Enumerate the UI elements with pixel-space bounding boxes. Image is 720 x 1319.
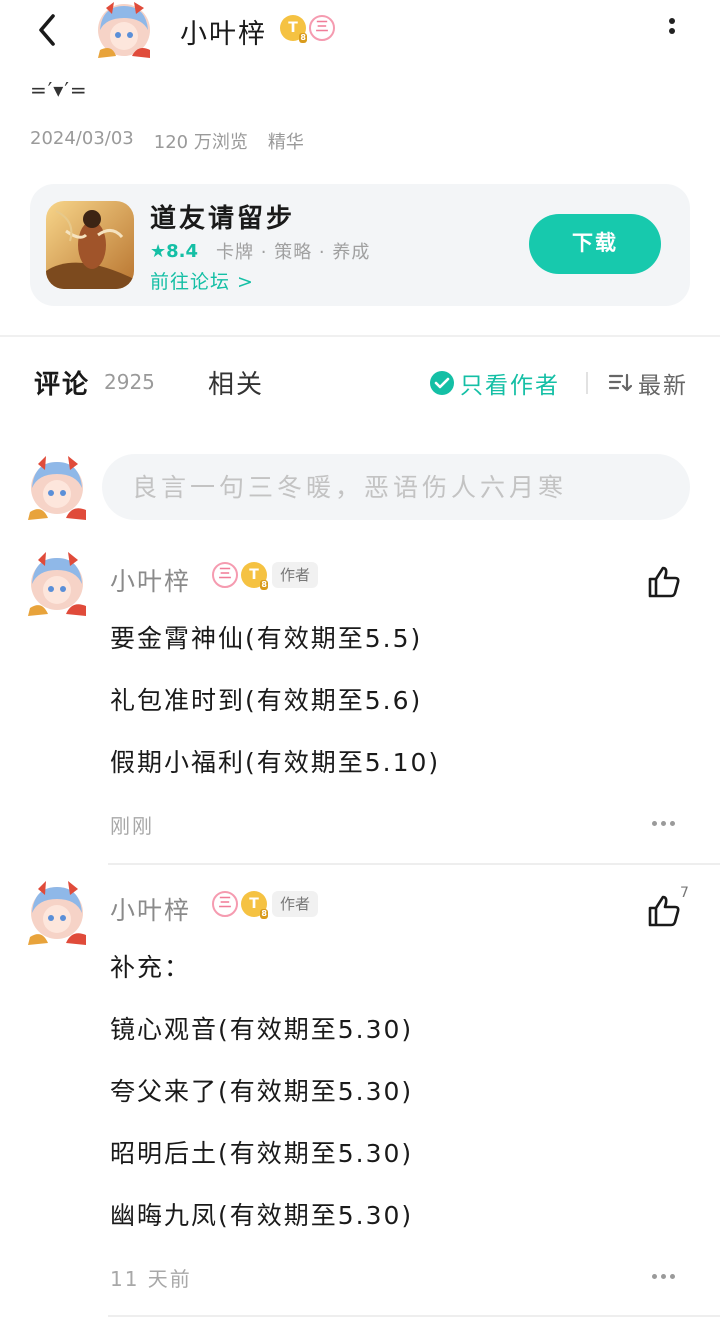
top-bar: 小叶梓 T8 三 [0, 0, 720, 62]
like-button[interactable] [646, 564, 682, 600]
thumbs-up-icon [648, 895, 680, 927]
coin-badge-letter: T [288, 20, 298, 36]
comment-tabs: 评论 2925 相关 只看作者 最新 [0, 360, 720, 410]
more-vertical-icon-dot [669, 18, 675, 24]
game-tags: 卡牌 · 策略 · 养成 [216, 242, 371, 263]
level-badge-icon: 三 [212, 562, 238, 588]
sort-lines-icon [608, 373, 632, 392]
commenter-badges: 三 T8 作者 [212, 891, 319, 919]
comment-more-button[interactable] [652, 1274, 680, 1284]
level-badge-icon: 三 [212, 891, 238, 917]
more-horizontal-icon-dot [652, 1274, 657, 1279]
coin-badge-sub: 8 [299, 33, 307, 43]
comment-line: 礼包准时到(有效期至5.6) [110, 686, 423, 715]
forum-link[interactable]: 前往论坛 > [150, 267, 254, 294]
coin-badge-icon: T8 [241, 562, 268, 590]
game-rating-row: ★8.4 卡牌 · 策略 · 养成 [150, 238, 370, 264]
level-badge-icon: 三 [309, 15, 335, 41]
comment-line: 幽晦九凤(有效期至5.30) [110, 1201, 414, 1230]
commenter-avatar[interactable] [24, 548, 90, 616]
tab-comments[interactable]: 评论 [34, 364, 90, 401]
more-horizontal-icon-dot [670, 821, 675, 826]
coin-badge-icon: T8 [280, 15, 307, 43]
commenter-badges: 三 T8 作者 [212, 562, 319, 590]
comment-body: 要金霄神仙(有效期至5.5) 礼包准时到(有效期至5.6) 假期小福利(有效期至… [110, 608, 440, 794]
comment-line: 要金霄神仙(有效期至5.5) [110, 624, 423, 653]
sort-label: 最新 [638, 373, 688, 399]
thumbs-up-icon [648, 566, 680, 598]
game-name: 道友请留步 [150, 204, 296, 234]
comment-divider [108, 1315, 720, 1317]
like-button[interactable] [646, 893, 682, 929]
user-avatar [24, 452, 90, 520]
section-divider [0, 335, 720, 337]
author-badges: T8 三 [280, 15, 335, 43]
post-views: 120 万浏览 [153, 132, 248, 153]
chevron-left-icon [39, 14, 55, 46]
check-circle-icon [430, 371, 454, 395]
coin-badge-icon: T8 [241, 891, 268, 919]
post-date: 2024/03/03 [30, 128, 134, 149]
author-name[interactable]: 小叶梓 [180, 12, 267, 51]
comment-input[interactable] [102, 454, 690, 520]
author-only-label: 只看作者 [460, 373, 560, 399]
sort-button[interactable]: 最新 [608, 366, 688, 400]
post-title: =′▾′= [30, 78, 88, 102]
author-avatar[interactable] [92, 0, 156, 58]
tab-separator [586, 372, 588, 394]
coin-badge-letter: T [249, 567, 259, 583]
back-button[interactable] [28, 10, 68, 50]
more-horizontal-icon-dot [661, 821, 666, 826]
more-options-button[interactable] [660, 14, 684, 48]
comment-line: 假期小福利(有效期至5.10) [110, 748, 441, 777]
commenter-avatar[interactable] [24, 877, 90, 945]
tab-related[interactable]: 相关 [208, 364, 264, 401]
comment-time: 刚刚 [110, 814, 154, 838]
more-horizontal-icon-dot [652, 821, 657, 826]
commenter-name[interactable]: 小叶梓 [110, 562, 191, 598]
author-only-toggle[interactable]: 只看作者 [430, 366, 560, 400]
more-horizontal-icon-dot [661, 1274, 666, 1279]
coin-badge-sub: 8 [260, 580, 268, 590]
comment-line: 昭明后土(有效期至5.30) [110, 1139, 414, 1168]
game-icon [46, 201, 134, 289]
download-button[interactable]: 下载 [529, 214, 661, 274]
post-meta: 2024/03/03 120 万浏览 精华 [30, 128, 304, 154]
comment-line: 补充： [110, 953, 192, 982]
comment-line: 镜心观音(有效期至5.30) [110, 1015, 414, 1044]
comment-line: 夸父来了(有效期至5.30) [110, 1077, 414, 1106]
coin-badge-sub: 8 [260, 909, 268, 919]
comment-input-row [0, 452, 720, 522]
post-tag: 精华 [267, 132, 304, 153]
like-count: 7 [680, 885, 689, 901]
comment-divider [108, 863, 720, 865]
author-tag: 作者 [272, 562, 319, 588]
comment-body: 补充： 镜心观音(有效期至5.30) 夸父来了(有效期至5.30) 昭明后土(有… [110, 937, 413, 1247]
comments-count: 2925 [104, 370, 155, 394]
author-tag: 作者 [272, 891, 319, 917]
comment-time: 11 天前 [110, 1267, 192, 1291]
coin-badge-letter: T [249, 896, 259, 912]
commenter-name[interactable]: 小叶梓 [110, 891, 191, 927]
game-card[interactable]: 道友请留步 ★8.4 卡牌 · 策略 · 养成 前往论坛 > 下载 [30, 184, 690, 306]
comment-more-button[interactable] [652, 821, 680, 831]
more-horizontal-icon-dot [670, 1274, 675, 1279]
more-vertical-icon-dot [669, 28, 675, 34]
game-score: ★8.4 [150, 240, 199, 262]
